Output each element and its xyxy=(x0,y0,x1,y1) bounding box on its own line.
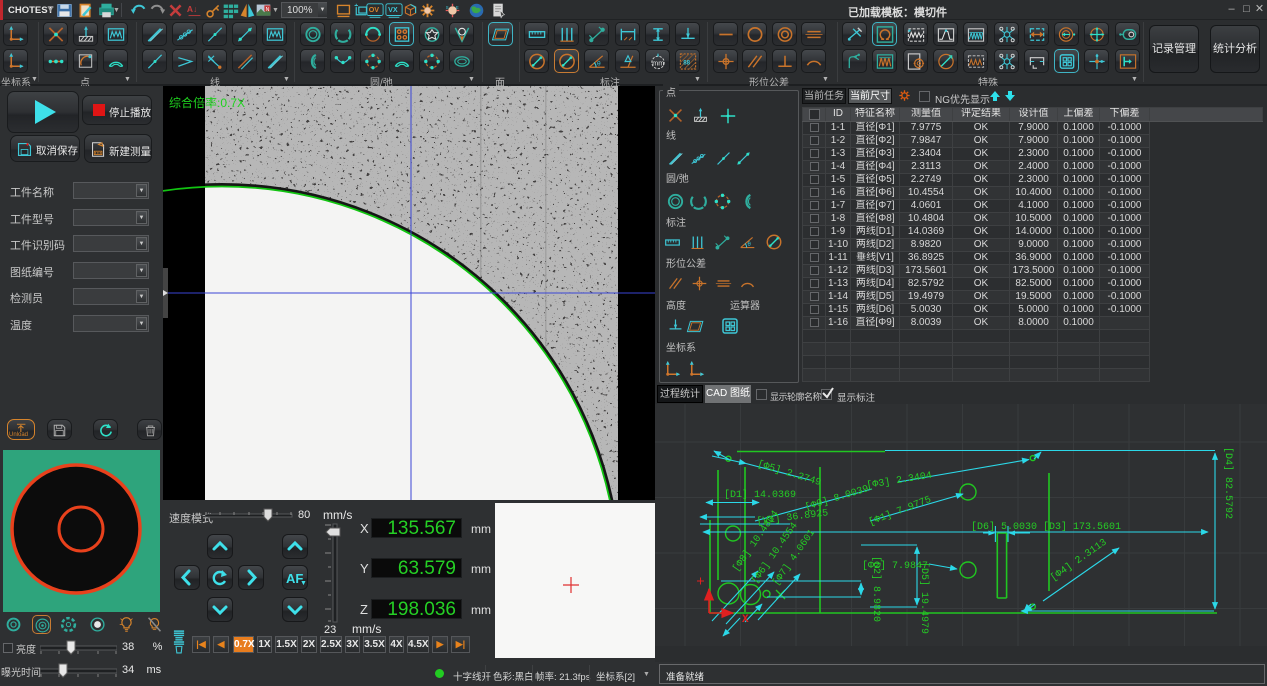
svg-text:N: N xyxy=(266,7,270,13)
svg-text:[Φ3] 2.3404: [Φ3] 2.3404 xyxy=(866,470,933,492)
svg-text:[D2] 8.9820: [D2] 8.9820 xyxy=(870,556,882,622)
svg-text:[D4] 82.5792: [D4] 82.5792 xyxy=(1222,447,1234,519)
svg-text:[Φ5] 2.2749: [Φ5] 2.2749 xyxy=(756,458,823,489)
svg-text:VX: VX xyxy=(388,5,398,14)
svg-text:[D6] 5.0030 [D3] 173.5601: [D6] 5.0030 [D3] 173.5601 xyxy=(971,521,1121,533)
svg-text:[D5] 19.4979: [D5] 19.4979 xyxy=(918,562,930,634)
svg-text:A↓: A↓ xyxy=(187,4,197,14)
svg-text:S: S xyxy=(446,5,449,10)
svg-text:[D1] 14.0369: [D1] 14.0369 xyxy=(724,489,796,501)
svg-text:综合倍率:0.7X: 综合倍率:0.7X xyxy=(169,95,245,110)
svg-text:X: X xyxy=(742,614,749,626)
svg-text:[Φ1] 7.9775: [Φ1] 7.9775 xyxy=(867,494,933,529)
svg-text:▼: ▼ xyxy=(300,580,307,587)
svg-text:E: E xyxy=(456,5,459,10)
svg-text:OV: OV xyxy=(369,5,380,14)
